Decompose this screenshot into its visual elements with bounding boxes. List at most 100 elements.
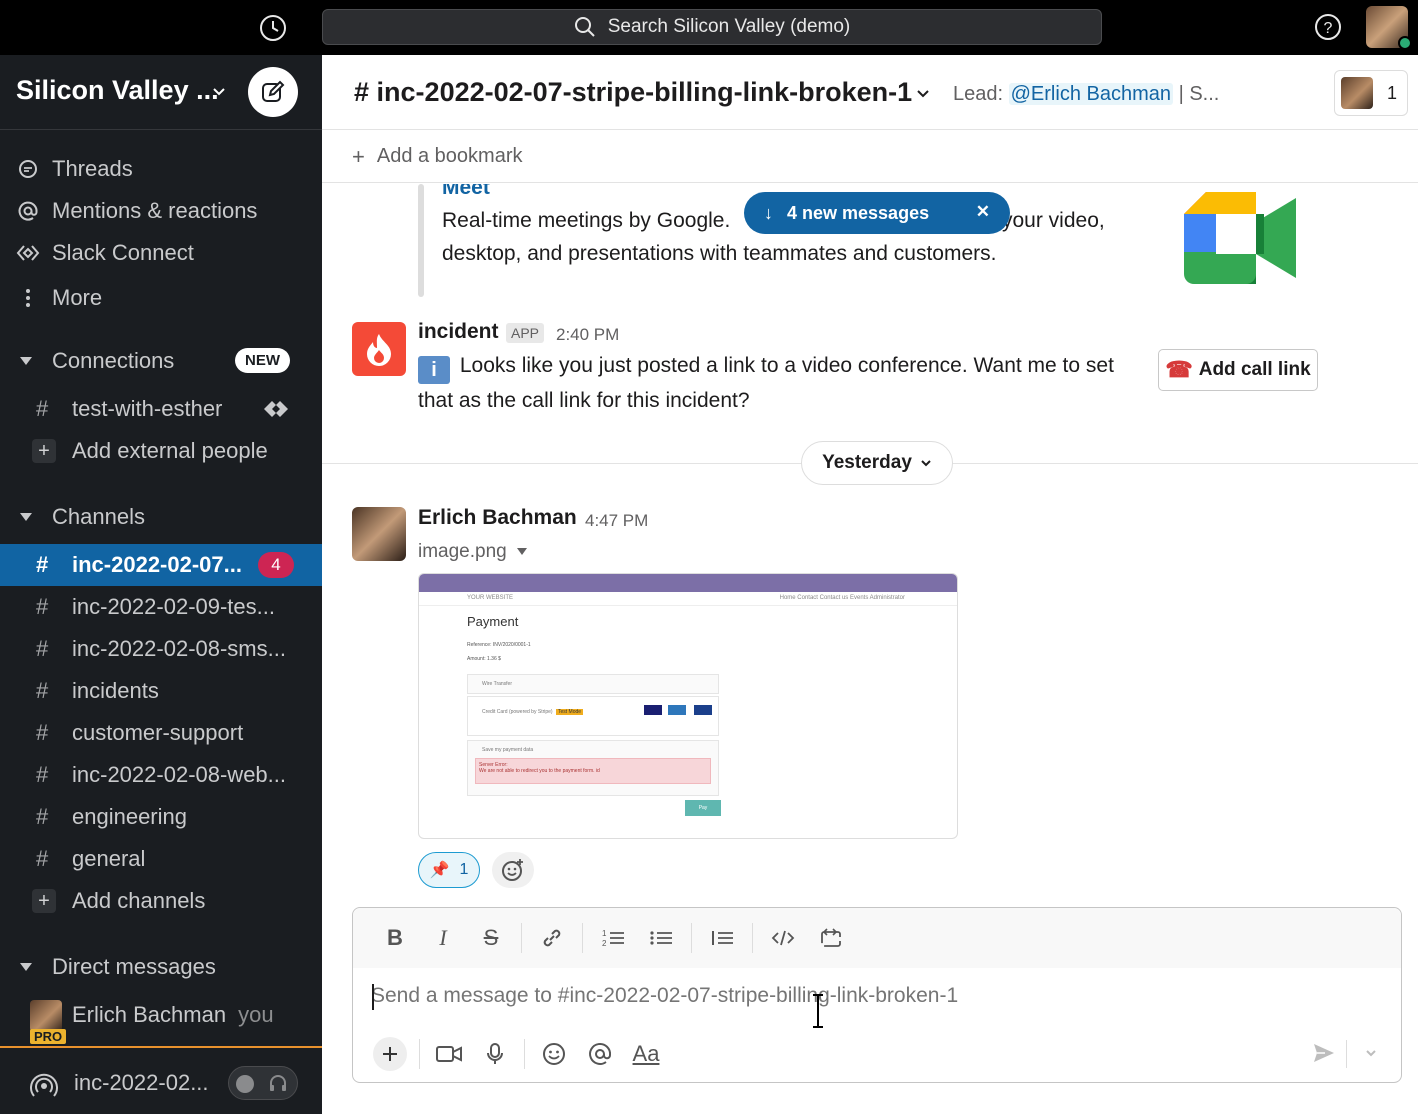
code-block-icon[interactable] [807, 920, 855, 956]
workspace-header[interactable]: Silicon Valley ... [0, 55, 322, 130]
bold-icon[interactable]: B [371, 920, 419, 956]
message-timestamp[interactable]: 2:40 PM [556, 325, 619, 345]
toolbar-divider [1346, 1040, 1347, 1068]
add-call-link-button[interactable]: ☎ Add call link [1158, 349, 1318, 391]
ordered-list-icon[interactable]: 12 [589, 920, 637, 956]
strikethrough-icon[interactable]: S [467, 920, 515, 956]
section-title: Connections [52, 348, 175, 373]
attachment-title[interactable]: Meet [442, 184, 490, 200]
reaction-pin[interactable]: 📌 1 [418, 852, 480, 888]
history-clock-icon[interactable] [258, 13, 288, 43]
add-bookmark-button[interactable]: + Add a bookmark [322, 131, 1418, 183]
avatar[interactable] [352, 507, 406, 561]
formatting-toggle-icon[interactable]: Aa [623, 1034, 669, 1074]
add-reaction-button[interactable] [492, 852, 534, 888]
sidebar-item-channel[interactable]: # engineering [0, 796, 322, 838]
file-title[interactable]: image.png [418, 541, 527, 563]
add-emoji-icon [502, 859, 523, 881]
message-author[interactable]: incident [418, 320, 499, 344]
message-text: i Looks like you just posted a link to a… [418, 349, 1138, 417]
day-label: Yesterday [822, 452, 912, 473]
send-icon[interactable] [1311, 1040, 1337, 1071]
members-button[interactable]: 1 [1334, 70, 1408, 116]
toolbar-divider [521, 923, 522, 953]
sidebar-item-channel[interactable]: # inc-2022-02-08-sms... [0, 628, 322, 670]
sidebar-item-channel[interactable]: # incidents [0, 670, 322, 712]
incident-app-avatar[interactable] [352, 322, 406, 376]
google-meet-logo-icon [1184, 192, 1296, 289]
video-clip-icon[interactable] [426, 1034, 472, 1074]
day-divider-pill[interactable]: Yesterday [801, 441, 953, 485]
channel-title[interactable]: # inc-2022-02-07-stripe-billing-link-bro… [354, 77, 912, 108]
channel-name: inc-2022-02-08-web... [72, 762, 287, 787]
chevron-down-icon[interactable] [1365, 1046, 1377, 1064]
blockquote-icon[interactable] [698, 920, 746, 956]
message-timestamp[interactable]: 4:47 PM [585, 511, 648, 531]
workspace-name[interactable]: Silicon Valley ... [16, 75, 219, 106]
preview-website: YOUR WEBSITE [467, 595, 514, 601]
svg-text:?: ? [1324, 20, 1333, 37]
arrow-down-icon: ↓ [764, 202, 773, 223]
compose-button[interactable] [248, 67, 298, 117]
hash-icon: # [36, 762, 49, 787]
image-attachment[interactable]: YOUR WEBSITE Home Contact Contact us Eve… [418, 573, 958, 839]
bulleted-list-icon[interactable] [637, 920, 685, 956]
sidebar-item-more[interactable]: More [0, 277, 322, 319]
close-icon[interactable]: ✕ [976, 202, 990, 222]
channel-topic: Lead: @Erlich Bachman | S... [953, 83, 1219, 106]
search-bar[interactable]: Search Silicon Valley (demo) [322, 9, 1102, 45]
lead-mention[interactable]: @Erlich Bachman [1008, 83, 1173, 105]
huddle-toggle-knob [236, 1075, 254, 1093]
new-messages-label: 4 new messages [787, 202, 930, 223]
attach-button[interactable] [367, 1034, 413, 1074]
sidebar-item-channel-active[interactable]: # inc-2022-02-07... 4 [0, 544, 322, 586]
emoji-icon[interactable] [531, 1034, 577, 1074]
headphones-icon [268, 1073, 288, 1098]
caret-down-icon [0, 512, 52, 522]
preview-test-tag: Test Mode [555, 709, 584, 715]
flame-icon [367, 334, 391, 366]
preview-server-error: Server Error: We are not able to redirec… [475, 758, 711, 784]
add-external-people[interactable]: + Add external people [0, 430, 322, 472]
chevron-down-icon[interactable] [212, 85, 226, 99]
sidebar-item-test-with-esther[interactable]: # test-with-esther [0, 388, 322, 430]
mouse-ibeam-cursor-icon [811, 994, 825, 1033]
sidebar-item-channel[interactable]: # customer-support [0, 712, 322, 754]
sidebar-item-channel[interactable]: # general [0, 838, 322, 880]
huddle-channel-name[interactable]: inc-2022-02... [74, 1070, 209, 1096]
sidebar-item-threads[interactable]: Threads [0, 148, 322, 190]
channel-name: inc-2022-02-07... [72, 552, 242, 577]
section-direct-messages[interactable]: Direct messages [0, 947, 322, 987]
section-title: Direct messages [52, 954, 216, 979]
sidebar-item-slack-connect[interactable]: Slack Connect [0, 232, 322, 274]
bookmark-label: Add a bookmark [376, 145, 523, 167]
toolbar-divider [752, 923, 753, 953]
reaction-count: 1 [459, 861, 469, 878]
chevron-down-icon[interactable] [916, 87, 930, 101]
hash-icon: # [36, 396, 49, 421]
toolbar-divider [582, 923, 583, 953]
sidebar-item-channel[interactable]: # inc-2022-02-08-web... [0, 754, 322, 796]
hash-icon: # [36, 552, 49, 577]
lead-label: Lead: [953, 83, 1004, 105]
microphone-icon[interactable] [472, 1034, 518, 1074]
code-icon[interactable] [759, 920, 807, 956]
search-placeholder: Search Silicon Valley (demo) [607, 16, 851, 37]
preview-option-label: Wire Transfer [482, 681, 513, 687]
sidebar-item-mentions[interactable]: Mentions & reactions [0, 190, 322, 232]
mention-at-icon[interactable] [577, 1034, 623, 1074]
dm-you-label: you [238, 1002, 274, 1027]
new-messages-banner[interactable]: ↓ 4 new messages ✕ [744, 192, 1010, 234]
add-channels[interactable]: + Add channels [0, 880, 322, 922]
help-icon[interactable]: ? [1314, 13, 1342, 41]
sidebar-item-channel[interactable]: # inc-2022-02-09-tes... [0, 586, 322, 628]
message-input[interactable] [371, 984, 1371, 1008]
section-channels[interactable]: Channels [0, 497, 322, 537]
message-author[interactable]: Erlich Bachman [418, 506, 577, 530]
link-icon[interactable] [528, 920, 576, 956]
channel-hash: # [354, 77, 370, 107]
member-count: 1 [1387, 82, 1398, 103]
preview-reference: Reference: INV/2020/0001-1 [467, 642, 531, 648]
section-connections[interactable]: Connections NEW [0, 341, 322, 381]
italic-icon[interactable]: I [419, 920, 467, 956]
